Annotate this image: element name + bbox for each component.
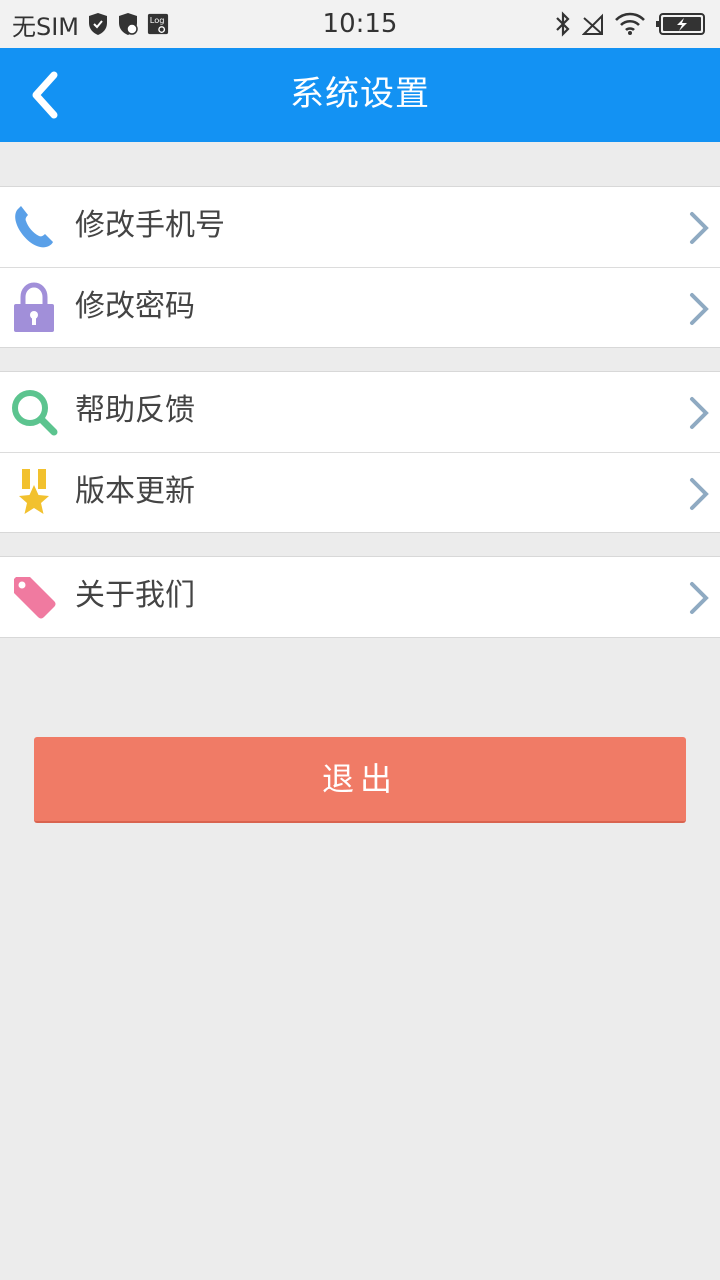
chevron-right-icon bbox=[690, 397, 709, 429]
wifi-icon bbox=[615, 12, 645, 35]
medal-icon bbox=[19, 469, 49, 514]
list-item-about-us[interactable]: 关于我们 bbox=[0, 557, 720, 637]
tag-icon bbox=[14, 577, 56, 619]
phone-icon bbox=[15, 206, 53, 248]
list-item-label: 关于我们 bbox=[75, 578, 195, 613]
status-bar: 无SIM Log 10:15 bbox=[0, 0, 720, 48]
battery-charging-icon bbox=[656, 13, 705, 35]
settings-group-account: 修改手机号 修改密码 bbox=[0, 186, 720, 348]
bluetooth-icon bbox=[556, 11, 570, 37]
settings-group-about: 关于我们 bbox=[0, 556, 720, 638]
list-item-help-feedback[interactable]: 帮助反馈 bbox=[0, 372, 720, 452]
search-icon bbox=[12, 390, 58, 436]
list-item-label: 修改手机号 bbox=[75, 208, 225, 243]
list-item-version-update[interactable]: 版本更新 bbox=[0, 452, 720, 532]
chevron-right-icon bbox=[690, 293, 709, 325]
chevron-right-icon bbox=[690, 478, 709, 510]
chevron-right-icon bbox=[690, 212, 709, 244]
title-bar: 系统设置 bbox=[0, 48, 720, 142]
lock-icon bbox=[14, 282, 54, 332]
settings-group-support: 帮助反馈 版本更新 bbox=[0, 371, 720, 533]
list-item-change-phone[interactable]: 修改手机号 bbox=[0, 187, 720, 267]
logout-button[interactable]: 退出 bbox=[34, 737, 686, 823]
chevron-right-icon bbox=[690, 582, 709, 614]
list-item-label: 版本更新 bbox=[75, 474, 195, 509]
no-signal-icon bbox=[582, 13, 603, 35]
list-item-label: 修改密码 bbox=[75, 289, 195, 324]
list-item-label: 帮助反馈 bbox=[75, 393, 195, 428]
page-title: 系统设置 bbox=[290, 74, 430, 114]
list-item-change-password[interactable]: 修改密码 bbox=[0, 267, 720, 347]
status-right bbox=[554, 0, 706, 48]
